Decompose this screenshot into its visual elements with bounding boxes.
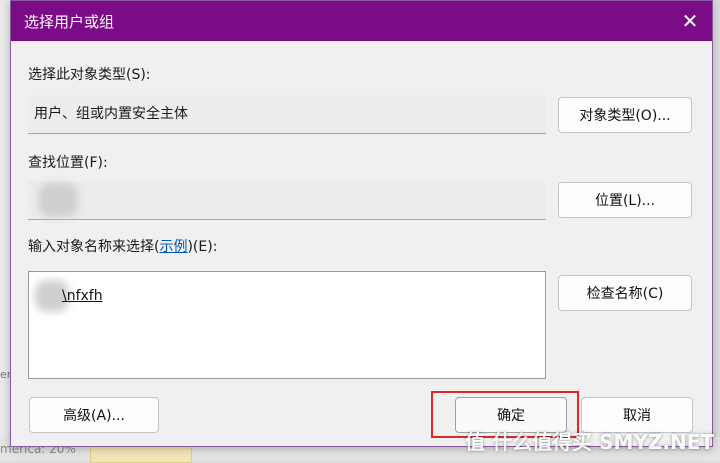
location-field [28,181,546,220]
object-names-value: \nfxfh [62,288,103,304]
dialog-title: 选择用户或组 [24,13,115,31]
object-names-input[interactable]: \nfxfh [28,271,546,379]
label-suffix: )(E): [187,239,218,255]
redacted-blur [38,183,78,217]
object-type-field: 用户、组或内置安全主体 [28,95,546,134]
label-prefix: 输入对象名称来选择( [28,239,160,255]
examples-link[interactable]: 示例 [159,239,187,255]
close-button[interactable]: ✕ [672,5,708,37]
object-names-label: 输入对象名称来选择(示例)(E): [28,236,217,256]
advanced-button[interactable]: 高级(A)... [29,397,159,433]
object-type-value: 用户、组或内置安全主体 [34,106,188,122]
locations-button[interactable]: 位置(L)... [558,182,692,218]
close-icon: ✕ [681,9,699,33]
select-users-dialog: 选择用户或组 ✕ 选择此对象类型(S): 用户、组或内置安全主体 对象类型(O)… [10,0,713,447]
object-types-button[interactable]: 对象类型(O)... [558,97,692,133]
location-label: 查找位置(F): [28,155,108,171]
watermark: 值 什么值得买 SMYZ.NET [465,430,714,454]
check-names-button[interactable]: 检查名称(C) [558,275,692,311]
dialog-titlebar: 选择用户或组 ✕ [11,1,712,41]
object-type-label: 选择此对象类型(S): [28,67,151,83]
